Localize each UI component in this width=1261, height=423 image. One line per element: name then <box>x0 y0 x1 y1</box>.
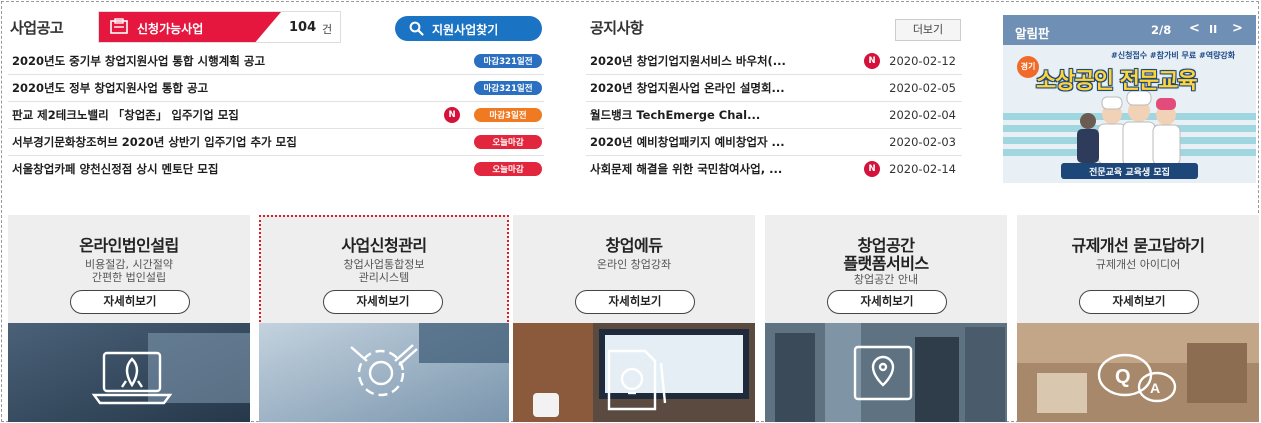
details-button[interactable]: 자세히보기 <box>575 290 695 314</box>
business-section-title: 사업공고 <box>10 19 64 37</box>
new-badge: N <box>864 161 880 177</box>
folder-icon <box>110 18 128 34</box>
deadline-badge: 오늘마감 <box>474 162 542 176</box>
details-button[interactable]: 자세히보기 <box>827 290 947 314</box>
apply-available-button[interactable]: 신청가능사업 104 건 <box>98 11 341 43</box>
card-title: 창업에듀 <box>605 236 663 255</box>
deadline-badge: 마감321일전 <box>474 54 542 68</box>
notice-item-date: 2020-02-05 <box>889 81 956 95</box>
prev-slide-button[interactable]: < <box>1189 21 1200 36</box>
card-desc-line1: 창업공간 안내 <box>853 273 919 286</box>
list-item[interactable]: 서울창업카페 양천신정점 상시 멘토단 모집 오늘마감 <box>8 156 544 183</box>
card-photo <box>765 323 1007 422</box>
service-card-online-incorporation[interactable]: 온라인법인설립 비용절감, 시간절약 간편한 법인설립 자세히보기 <box>8 215 250 422</box>
service-card-application-management[interactable]: 사업신청관리 창업사업통합정보 관리시스템 자세히보기 <box>259 215 509 422</box>
list-item[interactable]: 2020년 예비창업패키지 예비창업자 ... 2020-02-03 <box>586 129 962 156</box>
details-button[interactable]: 자세히보기 <box>1079 290 1199 314</box>
notice-item-title[interactable]: 2020년 예비창업패키지 예비창업자 ... <box>590 134 785 150</box>
card-photo <box>259 323 509 422</box>
search-icon <box>409 21 424 36</box>
list-item[interactable]: 판교 제2테크노밸리 「창업존」 입주기업 모집 N 마감3일전 <box>8 102 544 129</box>
card-title: 규제개선 묻고답하기 <box>1071 236 1205 255</box>
business-item-title[interactable]: 2020년도 정부 창업지원사업 통합 공고 <box>12 80 208 96</box>
service-card-startup-space[interactable]: 창업공간 플랫폼서비스 창업공간 안내 자세히보기 <box>765 215 1007 422</box>
apply-available-unit: 건 <box>322 23 333 36</box>
card-photo <box>513 323 755 422</box>
list-item[interactable]: 서부경기문화창조허브 2020년 상반기 입주기업 추가 모집 오늘마감 <box>8 129 544 156</box>
details-button[interactable]: 자세히보기 <box>323 290 443 314</box>
card-photo: Q A <box>1017 323 1259 422</box>
notice-item-date: 2020-02-03 <box>889 135 956 149</box>
service-card-startup-edu[interactable]: 창업에듀 온라인 창업강좌 자세히보기 <box>513 215 755 422</box>
details-button[interactable]: 자세히보기 <box>70 290 190 314</box>
card-desc-line2: 간편한 법인설립 <box>91 271 167 284</box>
notice-item-title[interactable]: 사회문제 해결을 위한 국민참여사업, ... <box>590 161 782 177</box>
banner-headline: 소상공인 전문교육 <box>1036 69 1198 94</box>
card-desc-line2: 관리시스템 <box>358 271 410 284</box>
svg-text:A: A <box>1150 380 1160 396</box>
next-slide-button[interactable]: > <box>1232 21 1243 36</box>
more-button[interactable]: 더보기 <box>895 19 961 41</box>
new-badge: N <box>444 107 460 123</box>
card-title-line2: 플랫폼서비스 <box>843 254 929 273</box>
notice-list: 2020년 창업기업지원서비스 바우처(... N 2020-02-12 202… <box>586 48 962 183</box>
notice-item-title[interactable]: 월드뱅크 TechEmerge Chal... <box>590 107 760 123</box>
business-item-title[interactable]: 서울창업카페 양천신정점 상시 멘토단 모집 <box>12 161 218 177</box>
apply-available-count: 104 <box>289 20 317 35</box>
list-item[interactable]: 2020년 창업지원사업 온라인 설명회... 2020-02-05 <box>586 75 962 102</box>
card-desc-line1: 온라인 창업강좌 <box>596 258 672 271</box>
notice-item-date: 2020-02-04 <box>889 108 956 122</box>
banner-caption: 전문교육 교육생 모집 <box>1089 168 1170 178</box>
card-photo <box>8 323 250 422</box>
banner-hashtags: #신청접수 #참가비 무료 #역량강화 <box>1111 51 1236 60</box>
card-title: 사업신청관리 <box>341 236 427 255</box>
bulletin-board-header: 알림판 2/8 < II > <box>1003 15 1256 45</box>
list-item[interactable]: 2020년 창업기업지원서비스 바우처(... N 2020-02-12 <box>586 48 962 75</box>
find-support-label: 지원사업찾기 <box>432 23 499 37</box>
notice-item-title[interactable]: 2020년 창업지원사업 온라인 설명회... <box>590 80 785 96</box>
education-banner[interactable]: #신청접수 #참가비 무료 #역량강화 경기 소상공인 전문교육 전문교육 교육… <box>1003 45 1256 183</box>
find-support-button[interactable]: 지원사업찾기 <box>395 16 542 41</box>
card-desc-line1: 비용절감, 시간절약 <box>85 258 173 271</box>
card-desc-line1: 규제개선 아이디어 <box>1095 258 1181 271</box>
notice-section-title: 공지사항 <box>590 19 644 37</box>
business-list: 2020년도 중기부 창업지원사업 통합 시행계획 공고 마감321일전 202… <box>8 48 544 183</box>
list-item[interactable]: 2020년도 중기부 창업지원사업 통합 시행계획 공고 마감321일전 <box>8 48 544 75</box>
deadline-badge: 마감321일전 <box>474 81 542 95</box>
apply-available-label: 신청가능사업 <box>137 22 204 36</box>
deadline-badge: 오늘마감 <box>474 135 542 149</box>
list-item[interactable]: 사회문제 해결을 위한 국민참여사업, ... N 2020-02-14 <box>586 156 962 183</box>
deadline-badge: 마감3일전 <box>474 108 542 122</box>
service-card-regulation-qa[interactable]: 규제개선 묻고답하기 규제개선 아이디어 자세히보기 Q A <box>1017 215 1259 422</box>
card-desc-line1: 창업사업통합정보 <box>343 258 425 271</box>
card-title: 온라인법인설립 <box>79 236 179 255</box>
list-item[interactable]: 2020년도 정부 창업지원사업 통합 공고 마감321일전 <box>8 75 544 102</box>
bulletin-board-title: 알림판 <box>1015 26 1050 41</box>
notice-item-title[interactable]: 2020년 창업기업지원서비스 바우처(... <box>590 53 786 69</box>
slide-page-indicator: 2/8 <box>1151 23 1172 37</box>
new-badge: N <box>864 53 880 69</box>
svg-text:Q: Q <box>1115 366 1131 388</box>
business-item-title[interactable]: 판교 제2테크노밸리 「창업존」 입주기업 모집 <box>12 107 239 123</box>
list-item[interactable]: 월드뱅크 TechEmerge Chal... 2020-02-04 <box>586 102 962 129</box>
business-item-title[interactable]: 서부경기문화창조허브 2020년 상반기 입주기업 추가 모집 <box>12 134 297 150</box>
business-item-title[interactable]: 2020년도 중기부 창업지원사업 통합 시행계획 공고 <box>12 53 265 69</box>
notice-item-date: 2020-02-14 <box>889 162 956 176</box>
notice-item-date: 2020-02-12 <box>889 54 956 68</box>
pause-slide-button[interactable]: II <box>1209 23 1217 36</box>
